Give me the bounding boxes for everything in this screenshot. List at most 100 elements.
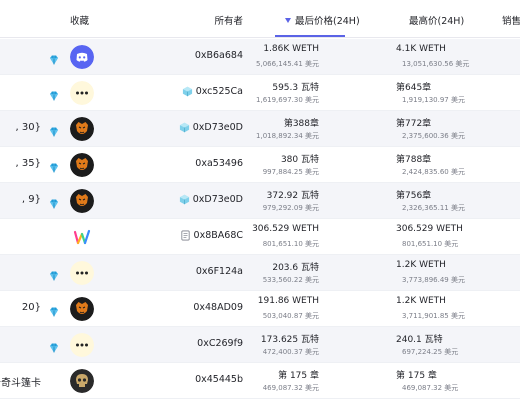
last-price: 306.529 WETH	[252, 224, 319, 234]
gem-icon	[48, 267, 60, 281]
highest-price-usd: 3,773,896.49 美元	[402, 276, 465, 284]
owner-address[interactable]: 0xC269f9	[197, 338, 243, 349]
gem-icon	[48, 51, 60, 65]
table-row[interactable]: 20} 0x48AD09 191.86 WETH 503,040.87 美元 1.2K …	[0, 291, 520, 327]
table-row[interactable]: 卡奇斗篷卡 0x45445b 第 175 章 469,087.32 美元 第 175 章…	[0, 363, 520, 399]
diamond-cube-icon	[179, 194, 193, 205]
collection-avatar[interactable]	[70, 369, 94, 393]
owner-address[interactable]: 0x8BA68C	[194, 230, 243, 241]
owner-cell[interactable]: 0xD73e0D	[179, 122, 243, 133]
active-sort-indicator	[275, 35, 345, 37]
owner-address[interactable]: 0xD73e0D	[193, 122, 243, 133]
gem-icon	[48, 87, 60, 101]
last-price: 203.6 瓦特	[272, 263, 319, 273]
sort-desc-icon	[285, 18, 291, 23]
last-price: 第 175 章	[278, 371, 319, 381]
owner-cell[interactable]: 0x8BA68C	[180, 230, 243, 241]
table-row[interactable]: 0x6F124a 203.6 瓦特 533,560.22 美元 1.2K WETH 3,…	[0, 255, 520, 291]
collection-avatar[interactable]	[70, 333, 94, 357]
header-owner[interactable]: 所有者	[214, 13, 243, 27]
highest-price-usd: 1,919,130.97 美元	[402, 96, 465, 104]
owner-cell[interactable]: 0xc525Ca	[182, 86, 243, 97]
last-price-usd: 997,884.25 美元	[262, 168, 319, 176]
owner-address[interactable]: 0xB6a684	[195, 50, 243, 61]
gem-icon	[48, 195, 60, 209]
highest-price: 第788章	[396, 155, 432, 165]
collection-avatar[interactable]	[70, 261, 94, 285]
table-row[interactable]: , 30} 0xD73e0D 第388章 1,018,892.34 美元 第772章 2,…	[0, 111, 520, 147]
highest-price-usd: 2,424,835.60 美元	[402, 168, 465, 176]
header-highest-price[interactable]: 最高价(24H)	[409, 13, 464, 27]
document-icon	[180, 230, 194, 241]
highest-price: 第772章	[396, 119, 432, 129]
last-price-usd: 472,400.37 美元	[262, 348, 319, 356]
collection-avatar[interactable]	[70, 117, 94, 141]
highest-price: 1.2K WETH	[396, 296, 446, 306]
collection-avatar[interactable]	[70, 81, 94, 105]
header-collection[interactable]: 收藏	[70, 13, 89, 27]
owner-cell[interactable]: 0xD73e0D	[179, 194, 243, 205]
gem-icon	[48, 159, 60, 173]
owner-cell[interactable]: 0x45445b	[195, 374, 243, 385]
nft-sales-table: 收藏 所有者 最后价格(24H) 最高价(24H) 销售 0xB6a684 1.8…	[0, 0, 520, 400]
last-price-usd: 979,292.09 美元	[262, 204, 319, 212]
last-price: 595.3 瓦特	[272, 83, 319, 93]
highest-price-usd: 2,375,600.36 美元	[402, 132, 465, 140]
highest-price-usd: 697,224.25 美元	[402, 348, 459, 356]
highest-price: 第645章	[396, 83, 432, 93]
highest-price: 306.529 WETH	[396, 224, 463, 234]
table-header: 收藏 所有者 最后价格(24H) 最高价(24H) 销售	[0, 0, 520, 38]
highest-price: 1.2K WETH	[396, 260, 446, 270]
owner-address[interactable]: 0xa53496	[195, 158, 243, 169]
owner-cell[interactable]: 0xa53496	[195, 158, 243, 169]
last-price: 191.86 WETH	[257, 296, 319, 306]
diamond-cube-icon	[182, 86, 196, 97]
item-name[interactable]: , 35}	[16, 158, 41, 169]
gem-icon	[48, 303, 60, 317]
diamond-cube-icon	[179, 122, 193, 133]
table-row[interactable]: 0xc525Ca 595.3 瓦特 1,619,697.30 美元 第645章 1,91…	[0, 75, 520, 111]
owner-cell[interactable]: 0xB6a684	[195, 50, 243, 61]
table-row[interactable]: 0xB6a684 1.86K WETH 5,066,145.41 美元 4.1K WE…	[0, 39, 520, 75]
highest-price-usd: 801,651.10 美元	[402, 240, 459, 248]
collection-avatar[interactable]	[70, 153, 94, 177]
highest-price: 4.1K WETH	[396, 44, 446, 54]
highest-price-usd: 469,087.32 美元	[402, 384, 459, 392]
item-name[interactable]: 卡奇斗篷卡	[0, 374, 41, 389]
collection-avatar[interactable]	[70, 297, 94, 321]
owner-cell[interactable]: 0x48AD09	[193, 302, 243, 313]
header-sales[interactable]: 销售	[502, 13, 520, 27]
header-last-price-label: 最后价格(24H)	[295, 16, 360, 27]
last-price: 380 瓦特	[280, 155, 319, 165]
last-price: 173.625 瓦特	[260, 335, 319, 345]
owner-address[interactable]: 0xD73e0D	[193, 194, 243, 205]
highest-price-usd: 3,711,901.85 美元	[402, 312, 465, 320]
owner-address[interactable]: 0x6F124a	[196, 266, 243, 277]
item-name[interactable]: , 30}	[16, 122, 41, 133]
highest-price-usd: 2,326,365.11 美元	[402, 204, 465, 212]
item-name[interactable]: 20}	[22, 302, 41, 313]
last-price-usd: 533,560.22 美元	[262, 276, 319, 284]
header-last-price[interactable]: 最后价格(24H)	[285, 13, 360, 27]
gem-icon	[48, 123, 60, 137]
collection-avatar[interactable]	[70, 45, 94, 69]
owner-cell[interactable]: 0x6F124a	[196, 266, 243, 277]
last-price-usd: 503,040.87 美元	[262, 312, 319, 320]
owner-address[interactable]: 0x45445b	[195, 374, 243, 385]
owner-address[interactable]: 0xc525Ca	[196, 86, 243, 97]
last-price-usd: 469,087.32 美元	[262, 384, 319, 392]
table-row[interactable]: 0xC269f9 173.625 瓦特 472,400.37 美元 240.1 瓦特 6…	[0, 327, 520, 363]
last-price-usd: 5,066,145.41 美元	[256, 60, 319, 68]
collection-avatar[interactable]	[70, 189, 94, 213]
item-name[interactable]: , 9}	[22, 194, 41, 205]
table-row[interactable]: 0x8BA68C 306.529 WETH 801,651.10 美元 306.529…	[0, 219, 520, 255]
highest-price: 第756章	[396, 191, 432, 201]
highest-price: 第 175 章	[396, 371, 437, 381]
table-row[interactable]: , 9} 0xD73e0D 372.92 瓦特 979,292.09 美元 第756章 2…	[0, 183, 520, 219]
collection-avatar[interactable]	[70, 225, 94, 249]
table-row[interactable]: , 35} 0xa53496 380 瓦特 997,884.25 美元 第788章 2,4…	[0, 147, 520, 183]
owner-address[interactable]: 0x48AD09	[193, 302, 243, 313]
highest-price: 240.1 瓦特	[396, 335, 443, 345]
owner-cell[interactable]: 0xC269f9	[197, 338, 243, 349]
last-price-usd: 1,619,697.30 美元	[256, 96, 319, 104]
